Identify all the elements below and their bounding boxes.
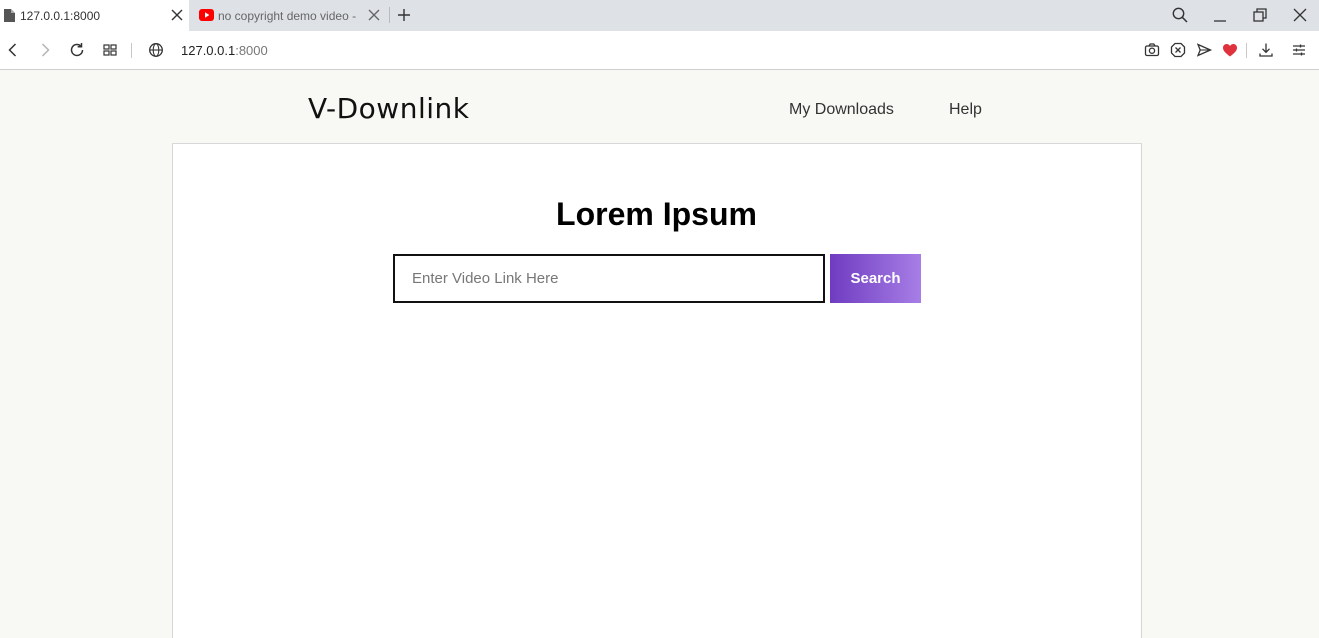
web-page: V-Downlink My Downloads Help Lorem Ipsum… (0, 70, 1319, 638)
camera-icon[interactable] (1143, 41, 1161, 59)
toolbar-divider (1246, 43, 1247, 58)
video-link-input[interactable] (393, 254, 825, 303)
globe-icon[interactable] (147, 41, 165, 59)
settings-sliders-icon[interactable] (1290, 41, 1308, 59)
tab-youtube[interactable]: no copyright demo video - (195, 0, 388, 31)
url-port: :8000 (235, 43, 268, 58)
toolbar-divider (131, 43, 132, 58)
nav-my-downloads[interactable]: My Downloads (789, 101, 894, 119)
tab-divider (389, 7, 390, 23)
back-icon[interactable] (4, 41, 22, 59)
url-host: 127.0.0.1 (181, 43, 236, 58)
tab-local-site[interactable]: 127.0.0.1:8000 (0, 0, 189, 31)
nav-help[interactable]: Help (949, 101, 982, 119)
new-tab-icon[interactable] (396, 7, 412, 23)
site-logo[interactable]: V-Downlink (308, 91, 469, 127)
heart-icon[interactable] (1221, 41, 1239, 59)
browser-tab-strip: 127.0.0.1:8000 no copyright demo video - (0, 0, 1319, 31)
close-tab-icon[interactable] (367, 8, 381, 22)
browser-toolbar: 127.0.0.1:8000 (0, 31, 1319, 70)
download-icon[interactable] (1257, 41, 1275, 59)
minimize-icon[interactable] (1211, 6, 1229, 24)
ad-blocker-icon[interactable] (1169, 41, 1187, 59)
restore-icon[interactable] (1251, 6, 1269, 24)
search-tabs-icon[interactable] (1171, 6, 1189, 24)
tiles-icon[interactable] (101, 41, 119, 59)
document-icon (4, 9, 15, 22)
reload-icon[interactable] (68, 41, 86, 59)
close-window-icon[interactable] (1291, 6, 1309, 24)
tab-title: no copyright demo video - (218, 9, 357, 23)
youtube-icon (199, 9, 214, 21)
page-title: Lorem Ipsum (556, 196, 757, 232)
forward-icon[interactable] (36, 41, 54, 59)
close-tab-icon[interactable] (170, 8, 184, 22)
tab-title: 127.0.0.1:8000 (20, 9, 101, 23)
search-button[interactable]: Search (830, 254, 921, 303)
address-bar[interactable]: 127.0.0.1:8000 (181, 43, 268, 58)
send-icon[interactable] (1195, 41, 1213, 59)
